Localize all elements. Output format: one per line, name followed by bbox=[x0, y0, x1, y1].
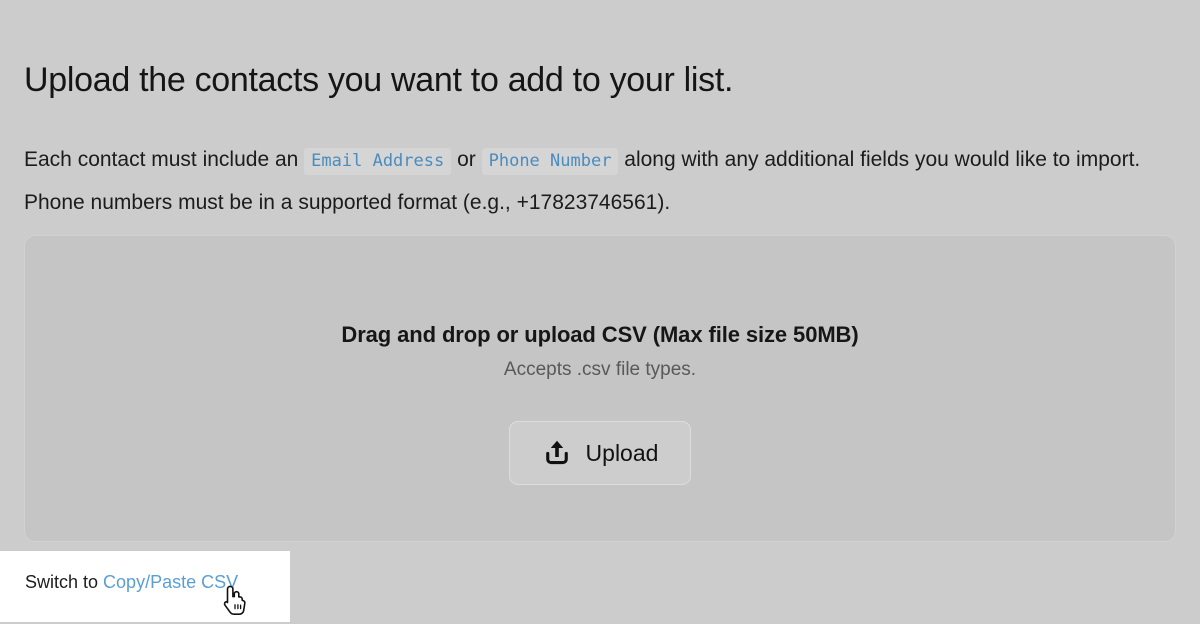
page-title: Upload the contacts you want to add to y… bbox=[24, 60, 734, 99]
intro-text-or: or bbox=[457, 148, 476, 171]
switch-prefix-label: Switch to bbox=[25, 572, 99, 592]
upload-contacts-page: Upload the contacts you want to add to y… bbox=[0, 0, 1200, 622]
switch-mode-text: Switch to Copy/Paste CSV bbox=[25, 572, 238, 593]
phone-number-chip: Phone Number bbox=[481, 148, 619, 175]
switch-mode-panel: Switch to Copy/Paste CSV bbox=[0, 551, 290, 622]
copy-paste-csv-link[interactable]: Copy/Paste CSV bbox=[103, 572, 238, 592]
upload-button[interactable]: Upload bbox=[509, 421, 691, 485]
intro-paragraph: Each contact must include an Email Addre… bbox=[24, 139, 1188, 223]
dropzone-subtitle: Accepts .csv file types. bbox=[503, 359, 697, 380]
intro-text-part1: Each contact must include an bbox=[24, 148, 299, 171]
dropzone-title: Drag and drop or upload CSV (Max file si… bbox=[341, 322, 859, 347]
upload-button-label: Upload bbox=[585, 439, 659, 466]
email-address-chip: Email Address bbox=[304, 148, 452, 175]
csv-dropzone[interactable]: Drag and drop or upload CSV (Max file si… bbox=[24, 235, 1176, 542]
upload-tray-icon bbox=[542, 438, 572, 468]
